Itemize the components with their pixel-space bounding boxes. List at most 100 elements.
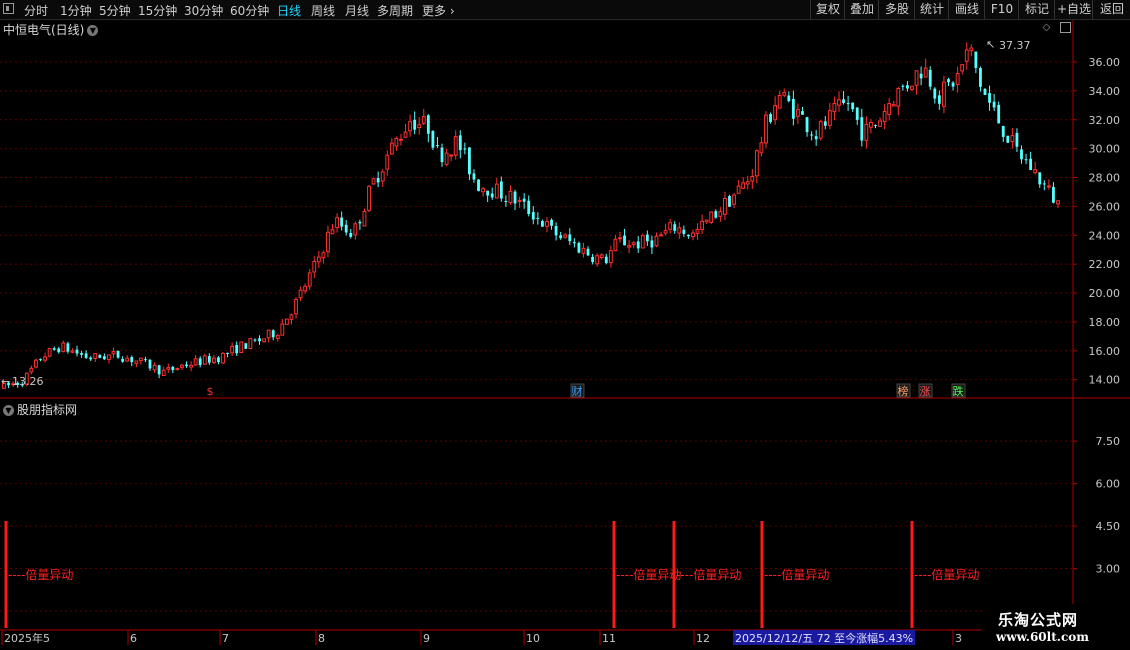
candle-body-up [887, 103, 892, 115]
candle-body-up [262, 338, 266, 343]
candle-body-down [559, 235, 563, 239]
candle-body-up [335, 217, 339, 229]
status-bar-text: 2025/12/12/五 72 至今涨幅5.43% [735, 631, 913, 645]
candle-body-up [723, 197, 727, 215]
candle-body-up [640, 235, 645, 249]
price-tick-label: 20.00 [1089, 287, 1121, 300]
candle-body-down [823, 121, 827, 126]
candle-body-up [380, 171, 385, 182]
candle-body-up [923, 67, 928, 78]
candle-body-up [275, 334, 280, 339]
candle-body-up [1056, 200, 1060, 205]
candle-body-up [745, 181, 750, 185]
candle-body-down [951, 82, 955, 87]
candle-body-up [303, 285, 308, 292]
event-marker: $ [207, 385, 214, 398]
candle-body-up [595, 255, 600, 265]
candle-body-down [226, 352, 229, 354]
candle-body-down [1006, 135, 1010, 143]
candle-body-down [75, 349, 79, 354]
candle-body-up [444, 152, 449, 165]
candle-body-down [116, 350, 120, 358]
candle-body-down [490, 193, 494, 198]
candle-body-up [796, 109, 800, 117]
candle-body-up [481, 188, 486, 193]
candle-body-down [728, 196, 731, 207]
candle-body-up [659, 234, 663, 237]
indicator-tick-label: 7.50 [1096, 435, 1121, 448]
candle-body-down [344, 224, 348, 233]
candle-body-down [504, 201, 508, 203]
candle-body-down [235, 344, 239, 354]
signal-label: ----倍量异动 [616, 567, 681, 582]
candle-body-up [878, 120, 882, 127]
candle-body-down [586, 248, 590, 256]
candle-body-down [102, 356, 106, 360]
candle-body-up [718, 211, 723, 217]
candle-body-down [983, 88, 987, 95]
candle-body-down [814, 136, 818, 140]
kline-chart[interactable]: 14.00 16.00 18.00 20.00 22.00 24.00 26.00 28.00… [0, 0, 1130, 650]
candle-body-down [842, 99, 845, 103]
price-tick-label: 26.00 [1089, 200, 1121, 213]
event-marker: 涨 [920, 385, 931, 398]
candle-body-up [837, 99, 841, 106]
candle-body-down [1029, 158, 1033, 171]
high-arrow-icon: ↖ [986, 38, 995, 51]
event-marker: 跌 [953, 384, 964, 398]
candle-body-down [855, 107, 859, 120]
candle-body-up [631, 242, 636, 246]
candle-body-up [125, 357, 130, 362]
candle-body-up [545, 221, 549, 227]
candle-body-up [969, 47, 974, 52]
candle-body-up [695, 228, 700, 234]
candle-body-up [421, 116, 426, 124]
month-label: 12 [696, 632, 710, 645]
candle-body-up [910, 85, 914, 90]
low-arrow-icon: ← [1, 375, 10, 388]
candle-body-down [540, 220, 544, 227]
candle-body-down [801, 111, 804, 115]
candle-body-down [673, 224, 677, 231]
candle-body-up [193, 358, 198, 366]
candle-body-up [161, 369, 166, 376]
signal-label: ----倍量异动 [676, 567, 741, 582]
candle-body-down [458, 135, 462, 151]
candle-body-down [1001, 125, 1005, 137]
candle-body-up [964, 49, 969, 62]
candle-body-up [1010, 135, 1015, 143]
candle-body-up [134, 360, 139, 364]
price-tick-label: 28.00 [1089, 172, 1121, 185]
candle-body-up [764, 114, 768, 144]
candle-body-up [47, 347, 52, 357]
candle-body-down [258, 338, 261, 342]
candle-body-up [1033, 169, 1038, 174]
candle-body-down [682, 229, 686, 234]
month-label: 10 [526, 632, 540, 645]
candle-body-down [645, 234, 649, 242]
candle-body-down [604, 256, 608, 264]
candle-body-up [284, 318, 289, 325]
candle-body-up [371, 178, 376, 185]
candle-body-down [937, 95, 941, 104]
candle-body-up [818, 121, 823, 139]
candle-body-up [221, 352, 225, 364]
candle-body-down [431, 130, 435, 148]
candle-body-down [591, 256, 595, 263]
candle-body-down [1042, 183, 1046, 185]
candle-body-up [754, 150, 759, 177]
candle-body-up [882, 110, 887, 123]
candle-body-down [1015, 132, 1019, 147]
candle-body-down [714, 211, 718, 218]
candle-body-up [759, 142, 764, 154]
candle-body-down [650, 240, 654, 248]
candle-body-up [280, 323, 285, 336]
candle-body-up [741, 182, 746, 189]
candle-body-down [805, 117, 809, 133]
price-tick-label: 18.00 [1089, 316, 1121, 329]
signal-label: ----倍量异动 [764, 567, 829, 582]
candle-body-up [239, 341, 244, 354]
month-label: 11 [602, 632, 616, 645]
high-price-label: 37.37 [999, 39, 1031, 52]
candle-body-up [298, 289, 303, 299]
